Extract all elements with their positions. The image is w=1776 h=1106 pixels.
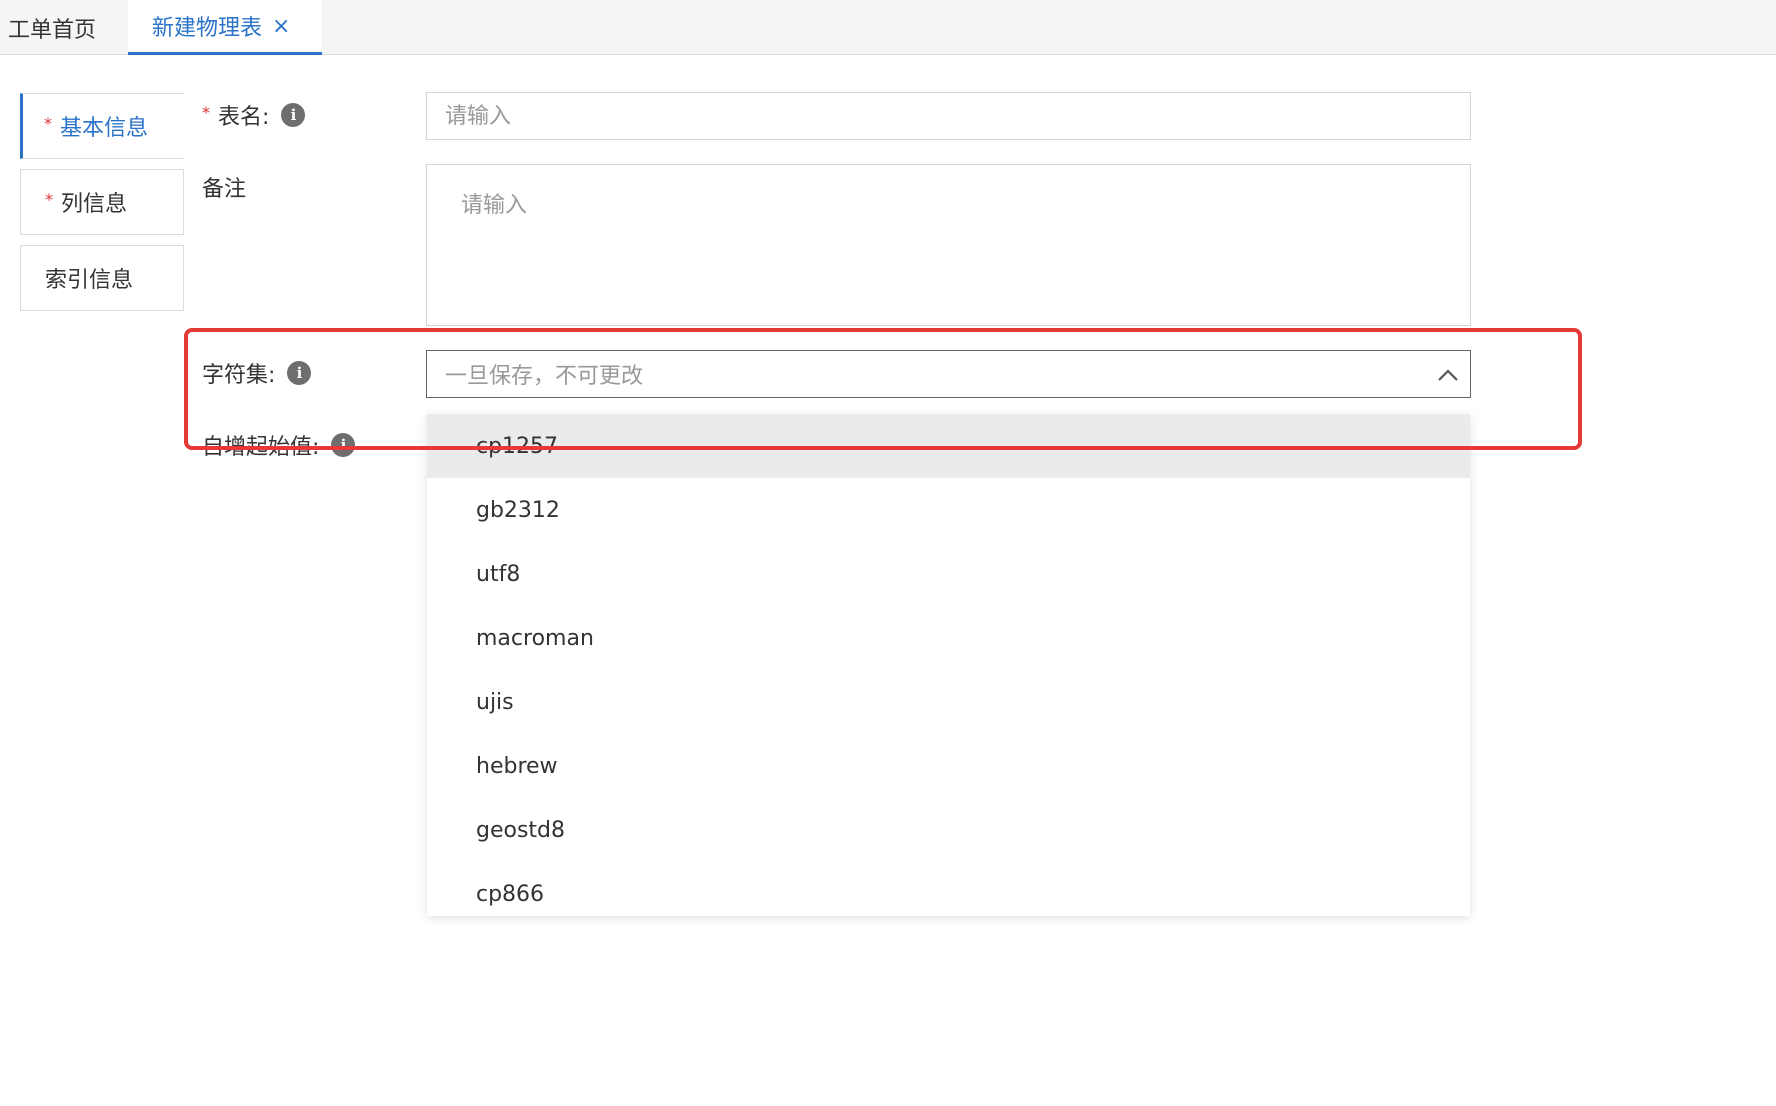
info-circle-icon[interactable]: i	[331, 433, 356, 457]
table-name-label-text: 表名:	[218, 105, 270, 130]
dropdown-option[interactable]: cp1257	[427, 414, 1470, 478]
tab-bar: 工单首页 新建物理表 ×	[0, 0, 1776, 55]
dropdown-option[interactable]: hebrew	[427, 734, 1470, 798]
sidenav-item-label: 列信息	[61, 192, 128, 217]
dropdown-option[interactable]: gb2312	[427, 478, 1470, 542]
sidenav-item-column-info[interactable]: * 列信息	[20, 169, 184, 235]
required-marker: *	[45, 189, 53, 209]
info-circle-icon[interactable]: i	[287, 361, 312, 385]
required-marker: *	[44, 113, 52, 133]
sidenav-item-index-info[interactable]: 索引信息	[20, 245, 184, 311]
sidenav-item-basic-info[interactable]: * 基本信息	[20, 93, 184, 159]
charset-select[interactable]: 一旦保存，不可更改	[426, 350, 1471, 398]
dropdown-option[interactable]: geostd8	[427, 798, 1470, 862]
sidenav-item-label: 基本信息	[60, 116, 149, 141]
required-marker: *	[202, 102, 210, 122]
auto-increment-label-text: 自增起始值:	[202, 435, 320, 460]
charset-select-placeholder: 一旦保存，不可更改	[445, 364, 644, 389]
sidenav-item-label: 索引信息	[45, 268, 134, 293]
chevron-up-icon[interactable]	[1436, 363, 1460, 387]
table-name-input[interactable]	[426, 92, 1471, 140]
charset-label: 字符集: i	[202, 358, 312, 388]
dropdown-option[interactable]: macroman	[427, 606, 1470, 670]
remark-label: 备注	[202, 172, 246, 202]
dropdown-option[interactable]: cp866	[427, 862, 1470, 916]
auto-increment-label: 自增起始值: i	[202, 430, 356, 460]
tab-new-physical-table[interactable]: 新建物理表 ×	[128, 0, 322, 55]
remark-label-text: 备注	[202, 177, 247, 202]
table-name-label: * 表名: i	[202, 100, 306, 130]
close-icon[interactable]: ×	[272, 14, 290, 39]
dropdown-option[interactable]: ujis	[427, 670, 1470, 734]
remark-textarea[interactable]	[426, 164, 1471, 326]
tab-home[interactable]: 工单首页	[8, 0, 96, 55]
info-circle-icon[interactable]: i	[281, 103, 306, 127]
tab-home-label: 工单首页	[8, 17, 97, 43]
charset-dropdown[interactable]: cp1257 gb2312 utf8 macroman ujis hebrew …	[427, 414, 1470, 916]
tab-new-physical-table-label: 新建物理表	[152, 16, 263, 41]
dropdown-option[interactable]: utf8	[427, 542, 1470, 606]
charset-label-text: 字符集:	[202, 363, 276, 388]
